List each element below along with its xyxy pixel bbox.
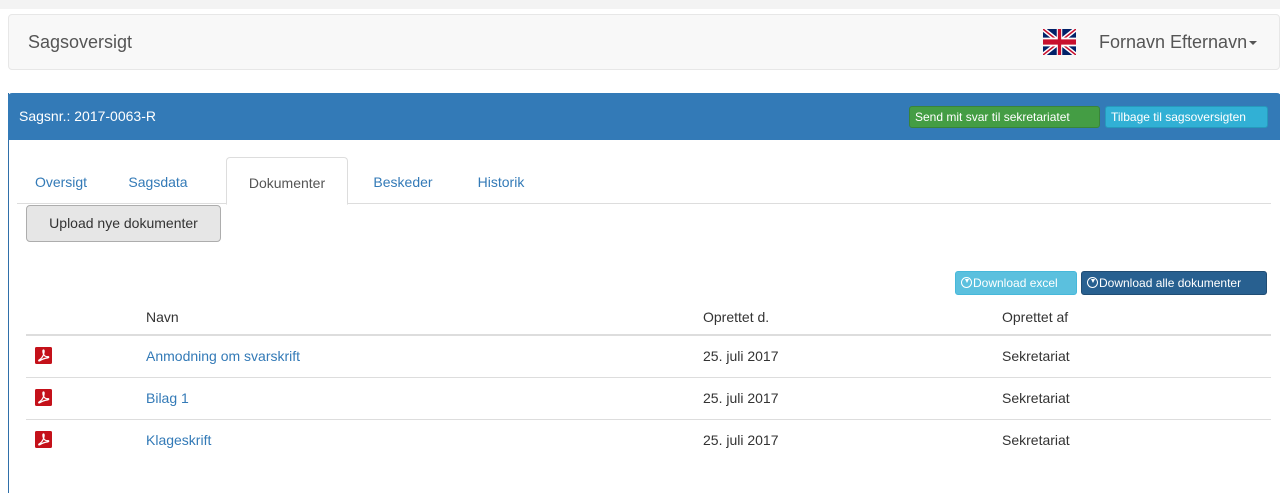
pdf-icon[interactable] xyxy=(35,431,52,448)
created-date: 25. juli 2017 xyxy=(703,432,779,448)
download-all-label: Download alle dokumenter xyxy=(1099,276,1242,290)
created-by: Sekretariat xyxy=(1002,432,1070,448)
column-header-created: Oprettet d. xyxy=(703,309,770,325)
table-header: Navn Oprettet d. Oprettet af xyxy=(26,298,1271,336)
created-date: 25. juli 2017 xyxy=(703,390,779,406)
created-by: Sekretariat xyxy=(1002,390,1070,406)
brand-link[interactable]: Sagsoversigt xyxy=(28,32,132,53)
navbar: Sagsoversigt Fornavn Efternavn xyxy=(8,14,1280,70)
pdf-icon[interactable] xyxy=(35,389,52,406)
column-header-name: Navn xyxy=(146,309,179,325)
created-by: Sekretariat xyxy=(1002,348,1070,364)
document-link[interactable]: Anmodning om svarskrift xyxy=(146,348,300,364)
panel-heading: Sagsnr.: 2017-0063-R Send mit svar til s… xyxy=(8,93,1280,140)
download-excel-button[interactable]: Download excel xyxy=(955,271,1077,295)
tab-historik[interactable]: Historik xyxy=(459,157,543,204)
user-name: Fornavn Efternavn xyxy=(1099,32,1248,52)
back-to-overview-button[interactable]: Tilbage til sagsoversigten xyxy=(1105,106,1268,128)
tab-beskeder[interactable]: Beskeder xyxy=(353,157,453,204)
download-excel-label: Download excel xyxy=(973,276,1058,290)
upload-documents-button[interactable]: Upload nye dokumenter xyxy=(26,205,221,242)
tab-bar: Oversigt Sagsdata Dokumenter Beskeder Hi… xyxy=(17,157,1271,205)
send-reply-button[interactable]: Send mit svar til sekretariatet xyxy=(909,106,1100,128)
column-header-created-by: Oprettet af xyxy=(1002,309,1069,325)
uk-flag-icon[interactable] xyxy=(1043,29,1076,55)
tab-sagsdata[interactable]: Sagsdata xyxy=(112,157,204,204)
documents-table: Navn Oprettet d. Oprettet af Anmodning o… xyxy=(26,298,1271,462)
download-icon xyxy=(1087,277,1098,288)
table-row: Anmodning om svarskrift 25. juli 2017 Se… xyxy=(26,336,1271,378)
document-link[interactable]: Klageskrift xyxy=(146,432,211,448)
download-all-button[interactable]: Download alle dokumenter xyxy=(1081,271,1267,295)
user-menu[interactable]: Fornavn Efternavn xyxy=(1099,32,1258,53)
top-strip xyxy=(0,0,1280,9)
created-date: 25. juli 2017 xyxy=(703,348,779,364)
table-row: Klageskrift 25. juli 2017 Sekretariat xyxy=(26,420,1271,462)
tab-oversigt[interactable]: Oversigt xyxy=(17,157,105,204)
caret-down-icon xyxy=(1249,41,1258,46)
pdf-icon[interactable] xyxy=(35,347,52,364)
download-icon xyxy=(961,277,972,288)
case-number: Sagsnr.: 2017-0063-R xyxy=(19,108,156,124)
table-row: Bilag 1 25. juli 2017 Sekretariat xyxy=(26,378,1271,420)
document-link[interactable]: Bilag 1 xyxy=(146,390,189,406)
tab-dokumenter[interactable]: Dokumenter xyxy=(226,157,348,205)
